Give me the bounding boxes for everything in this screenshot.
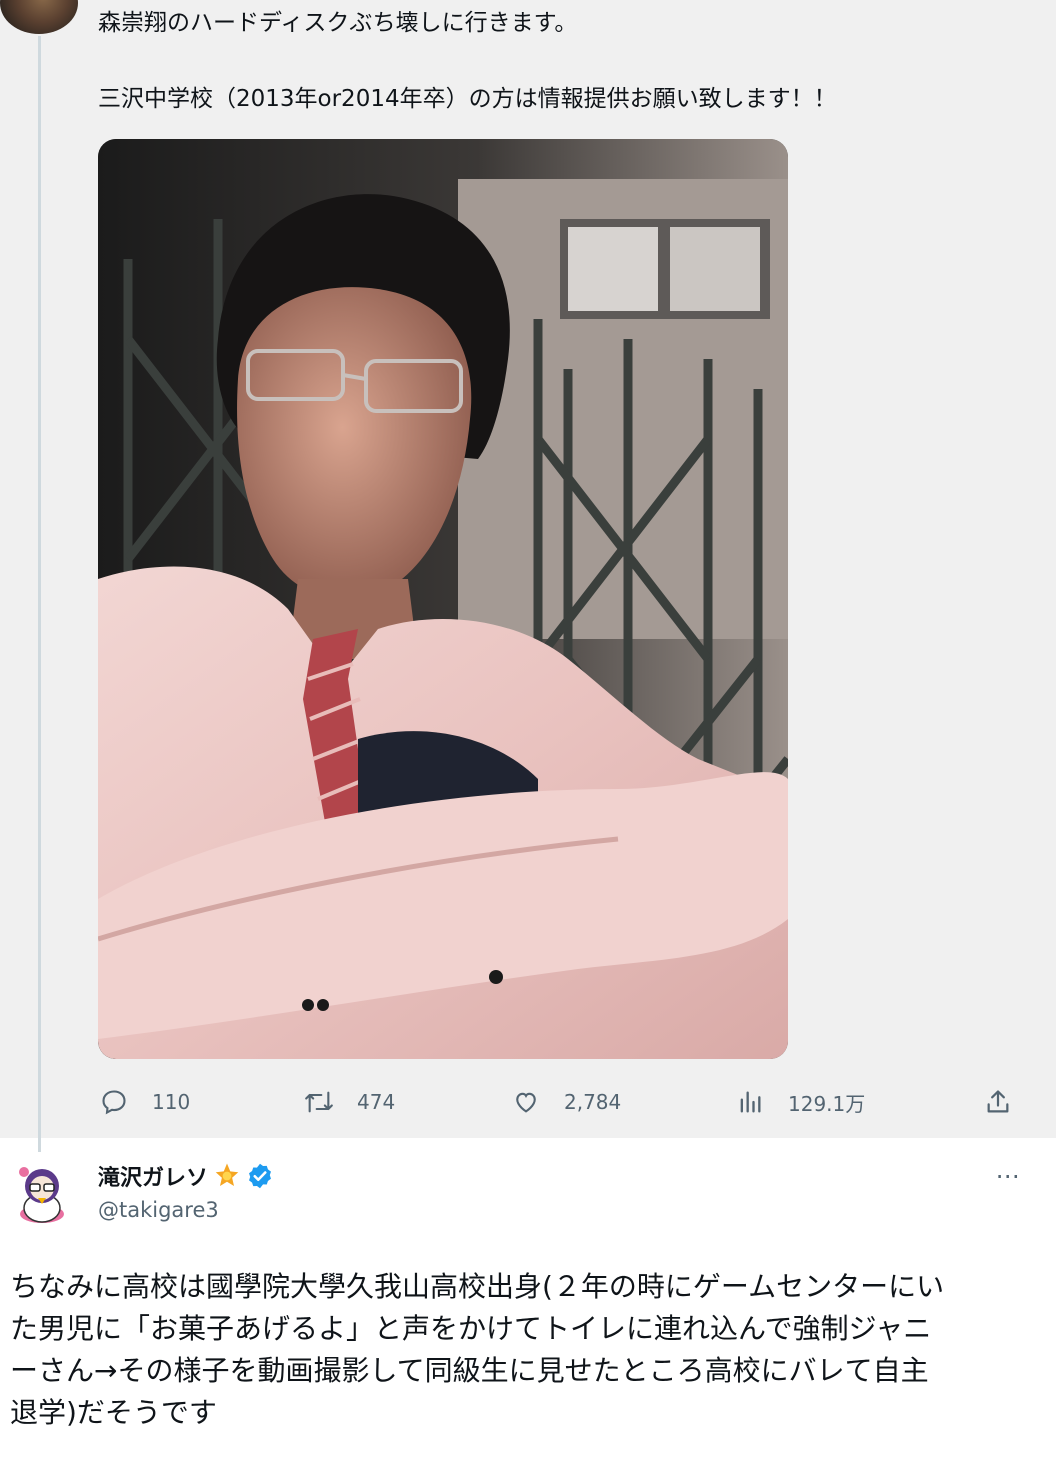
- retweet-count: 474: [357, 1090, 396, 1114]
- views-count: 129.1万: [788, 1091, 866, 1116]
- more-options-button[interactable]: ⋯: [988, 1158, 1028, 1194]
- retweet-icon: [303, 1086, 335, 1118]
- reply-count: 110: [152, 1090, 191, 1114]
- share-icon: [982, 1086, 1014, 1118]
- parent-avatar[interactable]: [0, 0, 78, 34]
- analytics-icon: [734, 1086, 766, 1118]
- like-count: 2,784: [564, 1090, 622, 1114]
- tweet-action-bar: 110 474 2,784 129.1万: [98, 1080, 1020, 1124]
- views-button[interactable]: 129.1万: [734, 1080, 865, 1124]
- parent-tweet-line: 三沢中学校（2013年or2014年卒）の方は情報提供お願い致します！！: [98, 86, 837, 112]
- thread-connector-line: [38, 36, 41, 1152]
- star-emoji-icon: [212, 1161, 242, 1191]
- character-avatar-icon: [19, 1167, 64, 1223]
- tweet-photo[interactable]: [98, 139, 788, 1059]
- photo-image: [98, 139, 788, 1059]
- reply-avatar[interactable]: [12, 1160, 72, 1226]
- reply-icon: [98, 1086, 130, 1118]
- heart-icon: [510, 1086, 542, 1118]
- reply-text-line: た男児に「お菓子あげるよ」と声をかけてトイレに連れ込んで強制ジャニ: [10, 1312, 932, 1345]
- reply-tweet-text: ちなみに高校は國學院大學久我山高校出身(２年の時にゲームセンターにい た男児に「…: [10, 1266, 1044, 1434]
- author-display-name[interactable]: 滝沢ガレソ: [98, 1160, 208, 1192]
- like-button[interactable]: 2,784: [510, 1080, 621, 1124]
- reply-text-line: 退学)だそうです: [10, 1396, 217, 1429]
- retweet-button[interactable]: 474: [303, 1080, 395, 1124]
- verified-badge-icon[interactable]: [246, 1162, 274, 1190]
- reply-text-line: ーさん→その様子を動画撮影して同級生に見せたところ高校にバレて自主: [10, 1354, 929, 1387]
- parent-tweet-line: 森崇翔のハードディスクぶち壊しに行きます。: [98, 10, 578, 36]
- share-button[interactable]: [982, 1080, 1014, 1124]
- parent-tweet[interactable]: 森崇翔のハードディスクぶち壊しに行きます。 三沢中学校（2013年or2014年…: [0, 0, 1056, 1152]
- reply-button[interactable]: 110: [98, 1080, 190, 1124]
- author-handle[interactable]: @takigare3: [98, 1198, 219, 1222]
- parent-tweet-text: 森崇翔のハードディスクぶち壊しに行きます。 三沢中学校（2013年or2014年…: [98, 4, 1018, 118]
- reply-text-line: ちなみに高校は國學院大學久我山高校出身(２年の時にゲームセンターにい: [10, 1270, 945, 1303]
- reply-author-row[interactable]: 滝沢ガレソ: [98, 1158, 274, 1194]
